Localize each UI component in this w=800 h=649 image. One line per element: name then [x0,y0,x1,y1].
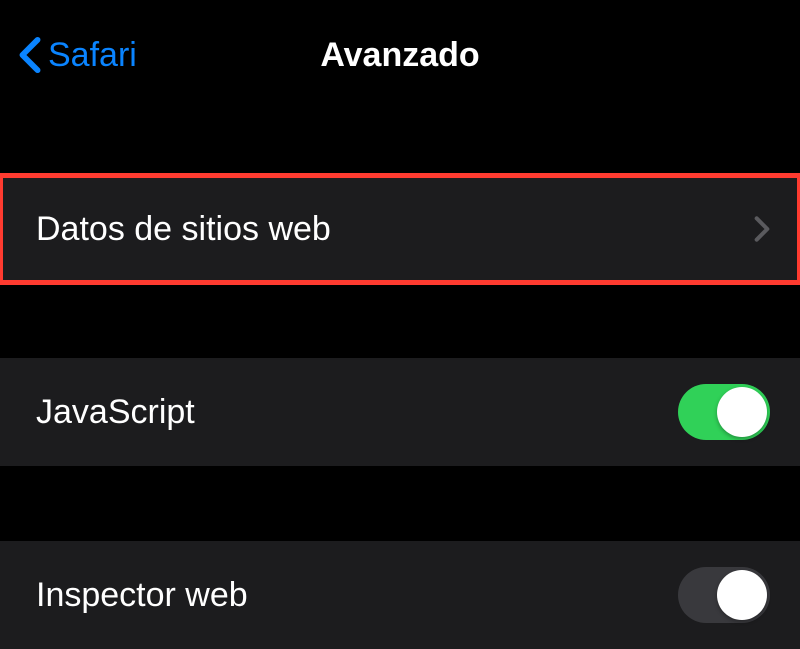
web-inspector-label: Inspector web [36,576,248,615]
section-spacer [0,283,800,358]
chevron-right-icon [754,215,770,243]
toggle-knob [717,570,767,620]
web-inspector-row: Inspector web [0,541,800,649]
section-spacer [0,466,800,541]
chevron-left-icon [18,36,42,74]
page-title: Avanzado [320,36,479,75]
javascript-toggle[interactable] [678,384,770,440]
back-button[interactable]: Safari [0,36,137,75]
website-data-label: Datos de sitios web [36,210,331,249]
back-label: Safari [48,36,137,75]
web-inspector-toggle[interactable] [678,567,770,623]
javascript-label: JavaScript [36,393,195,432]
section-spacer [0,110,800,175]
javascript-row: JavaScript [0,358,800,466]
toggle-knob [717,387,767,437]
nav-header: Safari Avanzado [0,0,800,110]
website-data-row[interactable]: Datos de sitios web [0,175,800,283]
